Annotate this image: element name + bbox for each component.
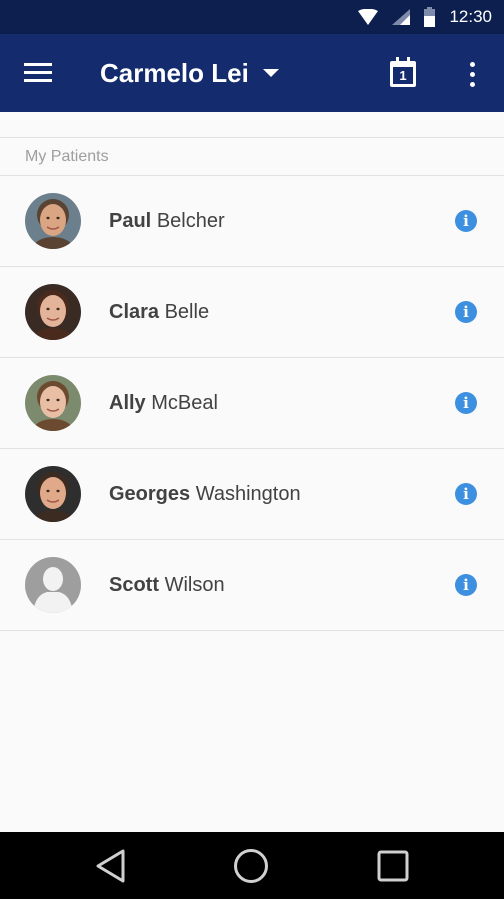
account-switcher[interactable]: Carmelo Lei [100,34,279,112]
patient-row[interactable]: Paul Belcher i [0,176,504,267]
info-button[interactable]: i [455,210,477,232]
info-icon: i [463,484,469,503]
app-bar: Carmelo Lei 1 [0,34,504,112]
avatar-placeholder [25,557,81,613]
info-button[interactable]: i [455,301,477,323]
back-button[interactable] [91,848,131,884]
calendar-icon: 1 [390,57,416,87]
info-icon: i [463,575,469,594]
patient-row[interactable]: Scott Wilson i [0,540,504,631]
person-photo [25,193,81,249]
menu-icon [24,63,52,82]
section-header: My Patients [0,137,504,176]
screen: 12:30 Carmelo Lei 1 My Patients Paul Bel… [0,0,504,899]
patient-name: Clara Belle [109,301,209,324]
person-photo [25,466,81,522]
info-icon: i [463,393,469,412]
dropdown-caret-icon [262,69,279,77]
patient-first-name: Ally [109,391,146,414]
patient-first-name: Clara [109,300,160,323]
recents-button[interactable] [373,848,413,884]
calendar-day: 1 [399,68,407,83]
status-bar: 12:30 [0,0,504,34]
patient-row[interactable]: Clara Belle i [0,267,504,358]
menu-button[interactable] [12,51,64,95]
patient-name: Scott Wilson [109,574,225,597]
info-icon: i [463,211,469,230]
info-icon: i [463,302,469,321]
section-label: My Patients [25,147,109,165]
patient-name: Paul Belcher [109,210,225,233]
status-icons: 12:30 [344,0,492,34]
patient-first-name: Paul [109,209,152,232]
more-vert-icon [469,61,475,67]
info-button[interactable]: i [455,392,477,414]
patient-first-name: Georges [109,482,191,505]
patient-last-name: Wilson [164,573,225,596]
more-options-button[interactable] [452,51,492,97]
person-photo [25,284,81,340]
patient-row[interactable]: Ally McBeal i [0,358,504,449]
patient-name: Georges Washington [109,483,301,506]
info-button[interactable]: i [455,483,477,505]
app-title: Carmelo Lei [100,57,249,88]
calendar-button[interactable]: 1 [380,51,426,97]
nav-bar [0,832,504,899]
avatar [25,375,81,431]
patient-last-name: McBeal [151,391,218,414]
more-vert-icon-dot [469,71,475,77]
signal-icon [392,9,411,25]
avatar [25,466,81,522]
more-vert-icon-dot [469,81,475,87]
patient-row[interactable]: Georges Washington i [0,449,504,540]
battery-icon [424,7,436,27]
avatar [25,193,81,249]
person-photo [25,375,81,431]
back-icon [96,849,125,883]
person-placeholder-icon [25,557,81,613]
patient-first-name: Scott [109,573,159,596]
patient-last-name: Belcher [156,209,225,232]
home-icon [234,849,268,883]
status-time: 12:30 [449,7,492,26]
patient-last-name: Belle [164,300,210,323]
recents-icon [377,850,409,882]
patient-list: Paul Belcher i Clara Belle i Ally McBeal i Geo… [0,176,504,631]
home-button[interactable] [231,848,271,884]
patient-last-name: Washington [195,482,301,505]
avatar [25,284,81,340]
wifi-icon [358,9,379,25]
patient-name: Ally McBeal [109,392,218,415]
content: My Patients Paul Belcher i Clara Belle i All… [0,112,504,832]
info-button[interactable]: i [455,574,477,596]
